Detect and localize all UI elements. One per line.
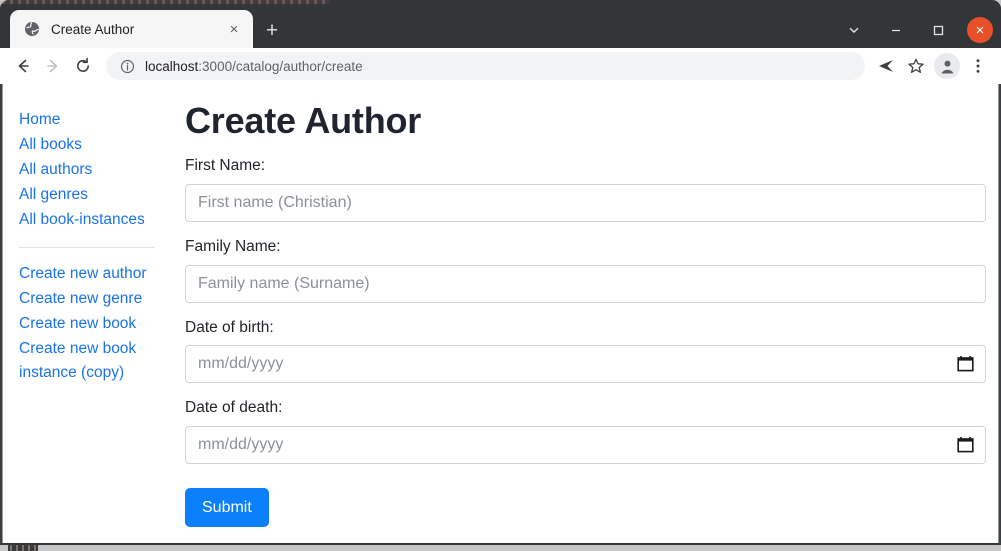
family-name-input[interactable]	[185, 265, 986, 303]
globe-icon	[23, 21, 40, 38]
window-controls: ×	[833, 8, 1001, 52]
sidebar-divider	[19, 247, 155, 248]
sidebar-item-create-new-genre[interactable]: Create new genre	[19, 287, 142, 311]
create-author-form: First Name: Family Name: Date of birth: …	[185, 157, 986, 527]
list-item: All book-instances	[19, 208, 161, 232]
family-name-label: Family Name:	[185, 238, 986, 257]
page-viewport: Home All books All authors All genres Al…	[2, 84, 999, 543]
list-item: Home	[19, 108, 161, 132]
url-path: :3000/catalog/author/create	[198, 59, 362, 74]
three-dots-menu-icon[interactable]	[963, 51, 993, 81]
browser-toolbar: localhost:3000/catalog/author/create	[0, 48, 1001, 84]
sidebar-item-create-new-book[interactable]: Create new book	[19, 312, 136, 336]
calendar-icon[interactable]	[957, 355, 974, 373]
maximize-button[interactable]	[917, 9, 959, 51]
date-of-death-input[interactable]	[185, 426, 986, 464]
first-name-input[interactable]	[185, 184, 986, 222]
date-of-death-wrapper: mm/dd/yyyy	[185, 426, 986, 464]
list-item: All genres	[19, 183, 161, 207]
desktop-bottom-strip	[0, 545, 1001, 551]
sidebar-nav: Home All books All authors All genres Al…	[3, 84, 169, 543]
toolbar-right-actions	[871, 51, 993, 81]
forward-button[interactable]	[38, 51, 68, 81]
list-item: All books	[19, 133, 161, 157]
url-host: localhost	[145, 59, 198, 74]
sidebar-item-all-books[interactable]: All books	[19, 133, 82, 157]
date-of-birth-input[interactable]	[185, 345, 986, 383]
field-group-first-name: First Name:	[185, 157, 986, 222]
sidebar-item-all-genres[interactable]: All genres	[19, 183, 88, 207]
tab-title: Create Author	[51, 22, 225, 37]
submit-button[interactable]: Submit	[185, 488, 269, 527]
sidebar-item-all-authors[interactable]: All authors	[19, 158, 92, 182]
first-name-label: First Name:	[185, 157, 986, 176]
screen-artifact-bottom	[8, 545, 38, 551]
sidebar-item-create-new-book-instance[interactable]: Create new book instance (copy)	[19, 337, 161, 385]
main-content: Create Author First Name: Family Name: D…	[169, 84, 999, 543]
send-icon[interactable]	[871, 51, 901, 81]
minimize-button[interactable]	[875, 9, 917, 51]
calendar-icon[interactable]	[957, 436, 974, 454]
page-title: Create Author	[185, 100, 986, 141]
new-tab-button[interactable]: +	[258, 16, 286, 44]
browser-window: Create Author × + ×	[0, 0, 1001, 545]
list-item: Create new book	[19, 312, 161, 336]
close-window-button[interactable]: ×	[959, 9, 1001, 51]
field-group-date-of-death: Date of death: mm/dd/yyyy	[185, 399, 986, 464]
sidebar-item-create-new-author[interactable]: Create new author	[19, 262, 147, 286]
sidebar-item-all-book-instances[interactable]: All book-instances	[19, 208, 145, 232]
account-avatar-icon[interactable]	[934, 53, 960, 79]
sidebar-primary-list: Home All books All authors All genres Al…	[19, 108, 161, 232]
browser-tab[interactable]: Create Author ×	[10, 10, 253, 48]
close-icon[interactable]: ×	[225, 20, 243, 38]
sidebar-item-home[interactable]: Home	[19, 108, 60, 132]
address-bar[interactable]: localhost:3000/catalog/author/create	[106, 52, 865, 80]
page-body: Home All books All authors All genres Al…	[3, 84, 998, 543]
field-group-family-name: Family Name:	[185, 238, 986, 303]
tab-strip: Create Author × + ×	[0, 4, 1001, 48]
chevron-down-icon[interactable]	[833, 9, 875, 51]
date-of-birth-wrapper: mm/dd/yyyy	[185, 345, 986, 383]
list-item: Create new genre	[19, 287, 161, 311]
back-button[interactable]	[8, 51, 38, 81]
field-group-date-of-birth: Date of birth: mm/dd/yyyy	[185, 319, 986, 384]
sidebar-secondary-list: Create new author Create new genre Creat…	[19, 262, 161, 385]
date-of-birth-label: Date of birth:	[185, 319, 986, 338]
close-icon: ×	[967, 17, 993, 43]
window-left-border	[0, 84, 2, 545]
list-item: Create new book instance (copy)	[19, 337, 161, 385]
star-icon[interactable]	[901, 51, 931, 81]
list-item: Create new author	[19, 262, 161, 286]
list-item: All authors	[19, 158, 161, 182]
date-of-death-label: Date of death:	[185, 399, 986, 418]
info-circle-icon[interactable]	[118, 57, 136, 75]
url-text: localhost:3000/catalog/author/create	[145, 59, 363, 74]
reload-button[interactable]	[68, 51, 98, 81]
